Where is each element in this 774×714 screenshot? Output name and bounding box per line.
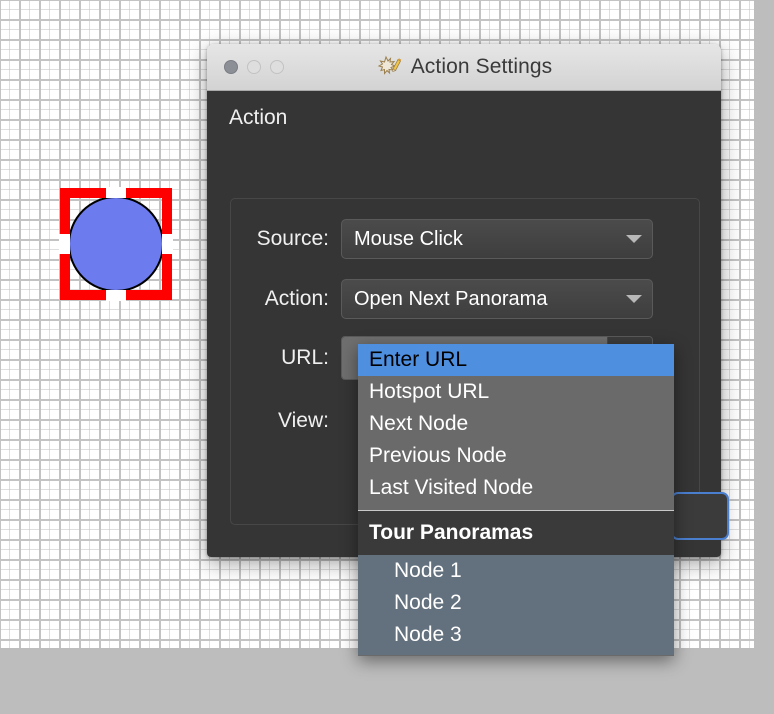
window-title: Action Settings <box>410 55 553 78</box>
resize-handle-left[interactable] <box>59 234 70 254</box>
menu-group-header-tour-panoramas: Tour Panoramas <box>358 511 674 555</box>
action-label: Action: <box>264 287 329 310</box>
source-combobox[interactable]: Mouse Click <box>341 219 653 259</box>
menu-group-tour-panoramas: Node 1 Node 2 Node 3 <box>358 555 674 655</box>
source-value: Mouse Click <box>354 227 463 250</box>
url-dropdown-menu[interactable]: Enter URL Hotspot URL Next Node Previous… <box>358 344 674 656</box>
chevron-down-icon <box>626 235 642 243</box>
menu-item-node-2[interactable]: Node 2 <box>358 587 674 619</box>
resize-handle-top[interactable] <box>106 187 126 198</box>
menu-item-next-node[interactable]: Next Node <box>358 408 674 440</box>
maple-leaf-pencil-icon <box>377 55 402 75</box>
zoom-button[interactable] <box>270 60 284 74</box>
section-title: Action <box>229 106 288 129</box>
action-value: Open Next Panorama <box>354 287 548 310</box>
url-label: URL: <box>281 346 329 369</box>
selection-frame <box>60 188 172 300</box>
menu-item-node-1[interactable]: Node 1 <box>358 555 674 587</box>
form-row-action: Action: Open Next Panorama <box>207 279 721 319</box>
chevron-down-icon <box>626 295 642 303</box>
minimize-button[interactable] <box>247 60 261 74</box>
circle-hotspot[interactable] <box>59 187 173 301</box>
menu-item-hotspot-url[interactable]: Hotspot URL <box>358 376 674 408</box>
menu-item-node-3[interactable]: Node 3 <box>358 619 674 651</box>
form-row-source: Source: Mouse Click <box>207 219 721 259</box>
menu-item-last-visited-node[interactable]: Last Visited Node <box>358 472 674 504</box>
menu-item-enter-url[interactable]: Enter URL <box>358 344 674 376</box>
menu-item-previous-node[interactable]: Previous Node <box>358 440 674 472</box>
screen: Action Settings Action Source: Mouse Cli… <box>0 0 774 714</box>
source-label: Source: <box>256 227 329 250</box>
view-label: View: <box>278 409 329 432</box>
window-titlebar[interactable]: Action Settings <box>207 44 721 91</box>
close-button[interactable] <box>224 60 238 74</box>
ok-button[interactable] <box>671 492 729 540</box>
resize-handle-bottom[interactable] <box>106 290 126 301</box>
resize-handle-right[interactable] <box>162 234 173 254</box>
window-title-group: Action Settings <box>207 55 721 79</box>
action-combobox[interactable]: Open Next Panorama <box>341 279 653 319</box>
